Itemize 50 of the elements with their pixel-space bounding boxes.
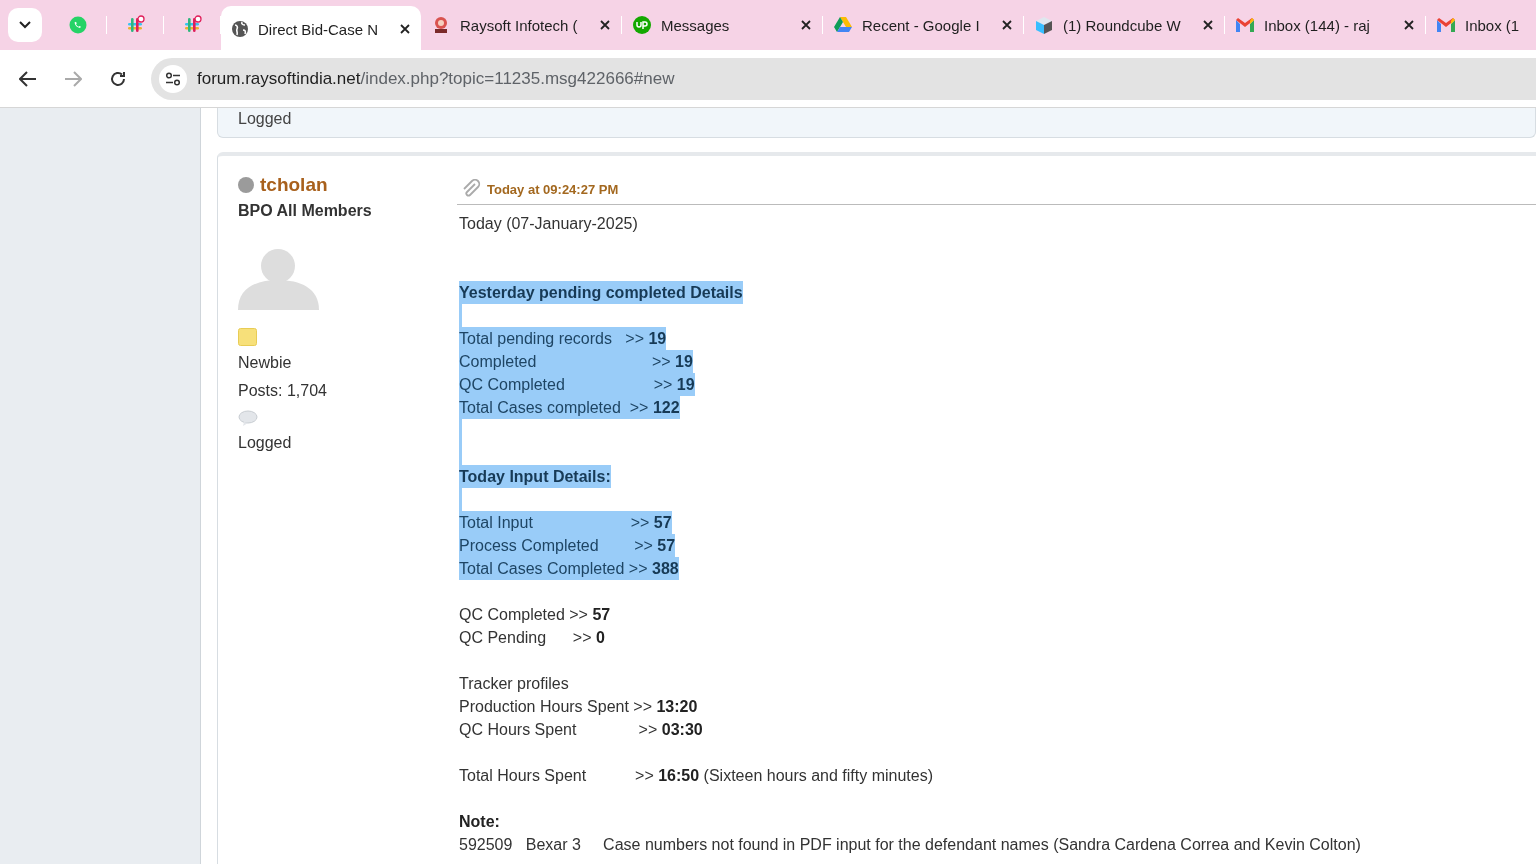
post-text-line: Production Hours Spent >> 13:20 [459,697,698,717]
close-icon[interactable] [1202,19,1214,31]
post-count: Posts: 1,704 [238,382,327,400]
post-text-line: Tracker profiles [459,674,569,694]
back-arrow-icon [19,70,37,87]
cube-logo-icon [1034,15,1054,35]
mail-logo-icon [1235,17,1255,33]
close-icon[interactable] [800,19,812,31]
close-icon[interactable] [1001,19,1013,31]
post-time[interactable]: Today at 09:24:27 PM [487,181,619,197]
hash-logo-icon [182,15,202,35]
paperclip-icon [461,179,481,199]
url-host: forum.raysoftindia.net [197,68,361,89]
logged-label: Logged [238,434,292,452]
post-text-line: Total Hours Spent >> 16:50 (Sixteen hours and fifty minutes) [459,766,934,786]
close-icon[interactable] [599,19,611,31]
mail-logo-icon [1436,17,1456,33]
address-bar[interactable]: forum.raysoftindia.net/index.php?topic=11235.msg422666#new [151,57,1536,100]
browser-tab[interactable]: Inbox (1 [1426,6,1536,44]
chevron-down-icon [19,21,31,29]
post-text-line: QC Pending >> 0 [459,628,605,648]
drive-logo-icon [833,16,853,34]
browser-tab[interactable]: Direct Bid-Case N [221,6,421,50]
post-text-line: Today (07-January-2025) [459,214,638,234]
site-info-button[interactable] [159,64,187,93]
member-group: BPO All Members [238,202,372,220]
browser-tab[interactable]: Messages [622,6,822,44]
post-text-line: QC Hours Spent >> 03:30 [459,720,703,740]
tab-search-button[interactable] [8,8,42,42]
reload-icon [109,69,127,88]
browser-tab[interactable]: Raysoft Infotech ( [421,6,621,44]
post-text-line: Note: [459,812,500,832]
browser-tab[interactable]: (1) Roundcube W [1024,6,1224,44]
globe-icon [231,20,249,38]
speech-bubble-icon [238,410,258,426]
logged-label: Logged [238,109,292,128]
post-text-line: 592509 Bexar 3 Case numbers not found in PDF input for the defendant names (Sandra Cardena Correa and Kevin Colton) [459,835,1361,855]
hash-logo-icon [125,15,145,35]
sliders-icon [165,71,181,86]
browser-tab[interactable]: Recent - Google I [823,6,1023,44]
member-rank: Newbie [238,354,292,372]
close-icon[interactable] [1403,19,1415,31]
forward-arrow-icon [64,70,82,87]
close-icon[interactable] [399,23,411,35]
chat-bubble-icon [68,15,88,35]
author-name[interactable]: tcholan [260,174,328,196]
url-path: /index.php?topic=11235.msg422666#new [360,68,675,89]
browser-tab[interactable]: Inbox (144) - raj [1225,6,1425,44]
up-logo-icon [632,15,652,35]
post-text-line: QC Completed >> 57 [459,605,611,625]
